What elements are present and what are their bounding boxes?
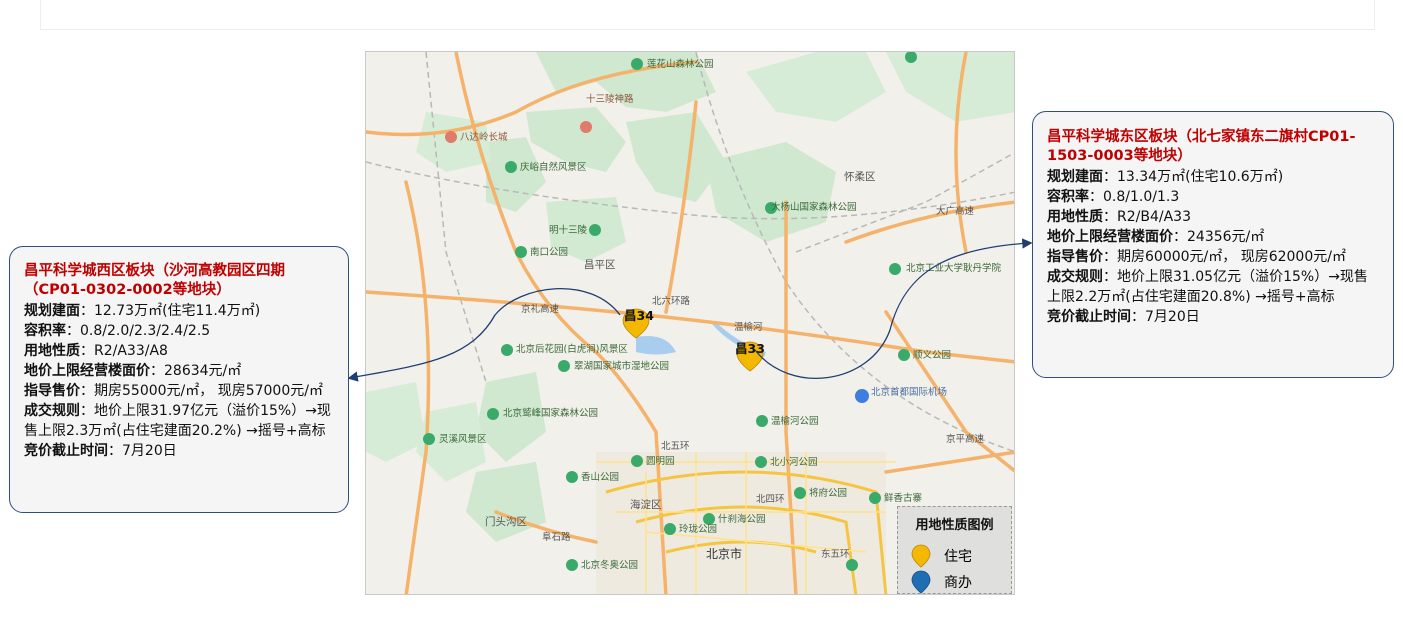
map-legend: 用地性质图例 住宅 商办 (897, 506, 1012, 594)
map-label: 八达岭长城 (460, 131, 508, 143)
west-row-landuse: 用地性质：R2/A33/A8 (24, 343, 168, 359)
map-label: 北小河公园 (770, 456, 818, 468)
map-label: 玲珑公园 (679, 523, 717, 535)
map-label: 鲜香古寨 (884, 492, 923, 504)
east-plot-card: 昌平科学城东区板块（北七家镇东二旗村CP01-1503-0003等地块） 规划建… (1032, 111, 1394, 378)
map-label: 庆峪自然风景区 (520, 161, 587, 173)
map-label: 北京冬奥公园 (581, 559, 638, 571)
map-label: 南口公园 (530, 246, 568, 258)
legend-title: 用地性质图例 (915, 518, 994, 533)
map-label: 大杨山国家森林公园 (771, 201, 857, 213)
east-row-area: 规划建面：13.34万㎡(住宅10.6万㎡) (1047, 169, 1284, 185)
map-label: 北京首都国际机场 (871, 386, 947, 398)
map-label: 北京后花园(白虎涧)风景区 (516, 343, 628, 355)
west-row-rules: 成交规则：地价上限31.97亿元（溢价15%）→现售上限2.3万㎡(占住宅建面2… (24, 403, 331, 439)
map-label: 北六环路 (652, 295, 691, 307)
map-label: 香山公园 (581, 472, 619, 483)
map-label: 海淀区 (630, 498, 662, 511)
legend-item-commercial: 商办 (910, 570, 972, 594)
west-card-title: 昌平科学城西区板块（沙河高教园区四期（CP01-0302-0002等地块） (24, 263, 285, 298)
legend-item-residential: 住宅 (910, 544, 972, 568)
map-label: 十三陵神路 (586, 93, 634, 105)
top-frame (40, 0, 1375, 30)
marker-label: 昌33 (735, 341, 765, 356)
map-label: 北京工业大学耿丹学院 (906, 262, 1002, 274)
east-row-landuse: 用地性质：R2/B4/A33 (1047, 209, 1191, 225)
east-row-far: 容积率：0.8/1.0/1.3 (1047, 189, 1180, 205)
west-row-floor-price: 地价上限经营楼面价：28634元/㎡ (24, 363, 242, 379)
map-label: 北四环 (756, 494, 785, 505)
map-label: 阜石路 (542, 531, 571, 543)
east-card-title: 昌平科学城东区板块（北七家镇东二旗村CP01-1503-0003等地块） (1047, 129, 1356, 164)
map-label: 什刹海公园 (718, 513, 766, 525)
map-label: 北京市 (706, 546, 742, 561)
map-label: 大广高速 (936, 205, 975, 217)
map-label: 温榆河 (734, 321, 763, 333)
east-row-sale-price: 指导售价：期房60000元/㎡， 现房62000元/㎡ (1047, 249, 1346, 265)
residential-pin-icon (911, 544, 931, 568)
map-label: 北京鹫峰国家森林公园 (503, 407, 598, 419)
map-label: 京平高速 (946, 433, 985, 445)
east-row-deadline: 竞价截止时间：7月20日 (1047, 309, 1200, 325)
map-label: 将府公园 (809, 487, 847, 499)
map-label: 门头沟区 (485, 515, 527, 528)
west-row-sale-price: 指导售价：期房55000元/㎡， 现房57000元/㎡ (24, 383, 323, 399)
west-row-far: 容积率：0.8/2.0/2.3/2.4/2.5 (24, 323, 211, 339)
map-label: 灵溪风景区 (439, 433, 487, 445)
west-plot-card: 昌平科学城西区板块（沙河高教园区四期（CP01-0302-0002等地块） 规划… (9, 246, 349, 513)
map-label: 温榆河公园 (771, 415, 819, 427)
west-row-area: 规划建面：12.73万㎡(住宅11.4万㎡) (24, 303, 261, 319)
map-label: 怀柔区 (844, 171, 876, 183)
map-label: 顺义公园 (913, 350, 951, 361)
map-label: 翠湖国家城市湿地公园 (574, 360, 669, 372)
map-label: 明十三陵 (549, 224, 588, 236)
map-label: 昌平区 (584, 259, 616, 271)
legend-label: 住宅 (944, 549, 972, 565)
map-label: 京礼高速 (521, 303, 560, 315)
legend-label: 商办 (944, 575, 972, 591)
east-row-rules: 成交规则：地价上限31.05亿元（溢价15%）→现售上限2.2万㎡(占住宅建面2… (1047, 269, 1368, 305)
map-label: 东五环 (821, 548, 850, 560)
map-label: 北五环 (661, 441, 690, 452)
map-label: 圆明园 (646, 456, 675, 467)
east-row-floor-price: 地价上限经营楼面价：24356元/㎡ (1047, 229, 1265, 245)
commercial-pin-icon (911, 570, 931, 594)
west-row-deadline: 竞价截止时间：7月20日 (24, 443, 177, 459)
marker-label: 昌34 (624, 308, 654, 323)
map-label: 莲花山森林公园 (647, 58, 714, 70)
